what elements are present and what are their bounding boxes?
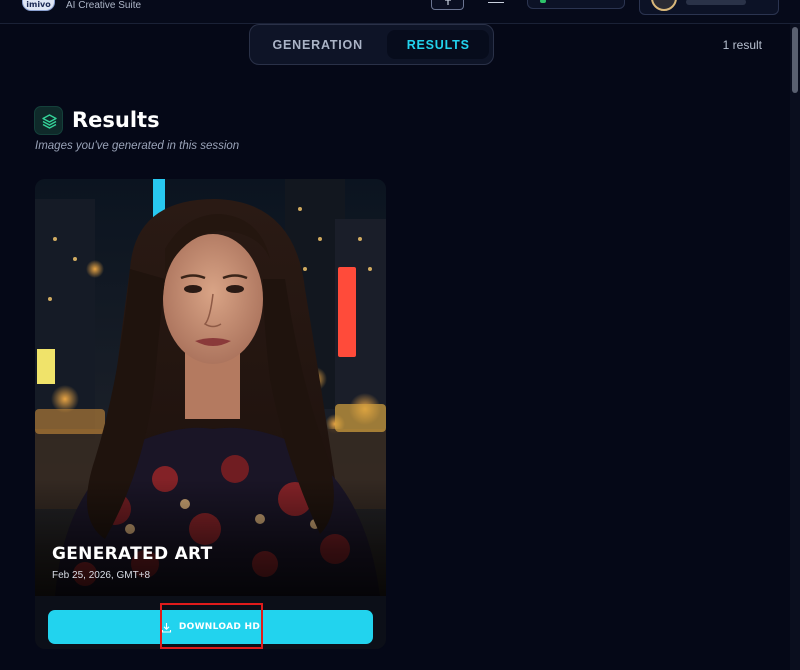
download-hd-label: DOWNLOAD HD	[178, 622, 261, 632]
result-count: 1 result	[722, 38, 762, 52]
card-date: Feb 25, 2026, GMT+8	[52, 570, 151, 581]
view-tabs: GENERATION RESULTS	[249, 24, 494, 65]
status-dot-icon	[540, 0, 546, 3]
menu-icon[interactable]	[488, 0, 504, 4]
user-menu[interactable]	[639, 0, 779, 15]
header-icon-button[interactable]	[431, 0, 464, 10]
scrollbar-track[interactable]	[790, 24, 800, 670]
tab-results[interactable]: RESULTS	[387, 30, 489, 59]
section-title: Results	[72, 108, 160, 132]
card-title: GENERATED ART	[52, 544, 213, 564]
avatar	[651, 0, 677, 11]
app-window: imivo AI Creative Suite GENERATION RESUL…	[0, 0, 800, 670]
credits-badge[interactable]	[527, 0, 625, 9]
scrollbar-thumb[interactable]	[792, 27, 798, 93]
download-hd-button[interactable]: DOWNLOAD HD	[48, 610, 373, 644]
card-footer: DOWNLOAD HD	[35, 596, 386, 649]
app-logo[interactable]: imivo	[22, 0, 55, 11]
result-card[interactable]: GENERATED ART Feb 25, 2026, GMT+8 DOWNLO…	[35, 179, 386, 649]
top-header: imivo AI Creative Suite	[0, 0, 800, 24]
tab-generation[interactable]: GENERATION	[254, 30, 381, 59]
brand-subtitle: AI Creative Suite	[66, 0, 142, 11]
user-name-placeholder	[686, 0, 746, 5]
sparkle-icon	[445, 0, 451, 5]
layers-icon	[34, 106, 63, 135]
section-subtitle: Images you've generated in this session	[35, 140, 240, 152]
download-icon	[161, 622, 171, 633]
